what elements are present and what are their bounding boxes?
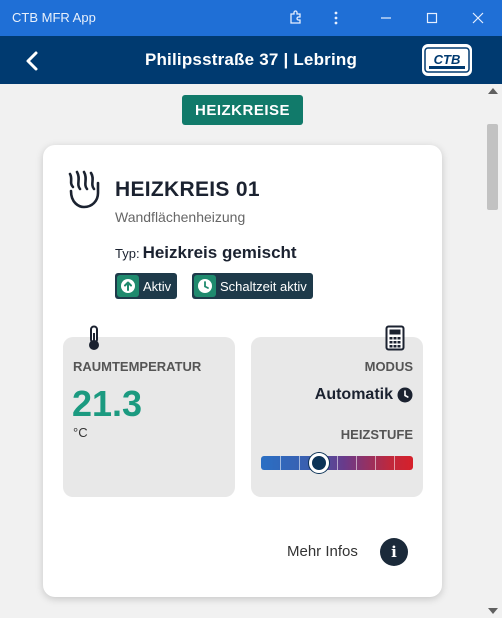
status-chip-active: Aktiv	[115, 273, 178, 299]
maximize-icon[interactable]	[418, 6, 446, 30]
heating-circuit-card: HEIZKREIS 01 Wandflächenheizung Typ: Heiz…	[43, 145, 442, 597]
mode-value[interactable]: Automatik	[315, 386, 413, 404]
status-chip-schedule: Schaltzeit aktiv	[192, 273, 313, 299]
scroll-up-icon[interactable]	[488, 88, 498, 94]
arrow-up-circle-icon	[117, 275, 139, 297]
circuit-type: Typ: Heizkreis gemischt	[115, 243, 297, 263]
scrollbar-thumb[interactable]	[487, 124, 498, 210]
type-value: Heizkreis gemischt	[142, 243, 297, 262]
temperature-label: RAUMTEMPERATUR	[73, 359, 202, 374]
minimize-icon[interactable]	[372, 6, 400, 30]
heat-level-slider[interactable]	[261, 453, 413, 473]
mode-value-text: Automatik	[314, 386, 393, 403]
circuit-name: HEIZKREIS 01	[115, 178, 260, 201]
info-icon[interactable]: i	[380, 538, 408, 566]
more-options-icon[interactable]	[322, 6, 350, 30]
window-titlebar: CTB MFR App	[0, 0, 502, 36]
heat-waves-icon	[65, 169, 103, 209]
close-icon[interactable]	[464, 6, 492, 30]
chip-label: Schaltzeit aktiv	[220, 278, 307, 294]
temperature-value: 21.3	[72, 383, 143, 424]
circuit-subtitle: Wandflächenheizung	[115, 209, 246, 225]
scrollbar[interactable]	[484, 84, 502, 618]
clock-icon	[194, 275, 216, 297]
chip-label: Aktiv	[143, 278, 172, 294]
app-header: Philipsstraße 37 | Lebring CTB	[0, 36, 502, 84]
heat-level-label: HEIZSTUFE	[340, 427, 413, 442]
temperature-unit: °C	[73, 425, 88, 440]
thermometer-icon	[84, 325, 104, 351]
mode-panel: MODUS Automatik HEIZSTUFE	[251, 325, 423, 497]
clock-icon	[397, 387, 413, 403]
window-title: CTB MFR App	[12, 10, 96, 25]
scroll-down-icon[interactable]	[488, 608, 498, 614]
extension-icon[interactable]	[282, 6, 310, 30]
content-area: HEIZKREISE HEIZKREIS 01 Wandflächenheizu…	[0, 84, 484, 618]
mode-label: MODUS	[364, 359, 413, 374]
section-badge: HEIZKREISE	[182, 95, 303, 125]
more-info-link[interactable]: Mehr Infos	[287, 543, 358, 560]
calculator-icon	[385, 325, 405, 351]
temperature-panel: RAUMTEMPERATUR 21.3 °C	[63, 325, 235, 497]
ctb-logo: CTB	[422, 44, 472, 76]
svg-text:CTB: CTB	[434, 52, 461, 67]
slider-knob[interactable]	[308, 453, 329, 473]
type-label: Typ:	[115, 246, 140, 261]
